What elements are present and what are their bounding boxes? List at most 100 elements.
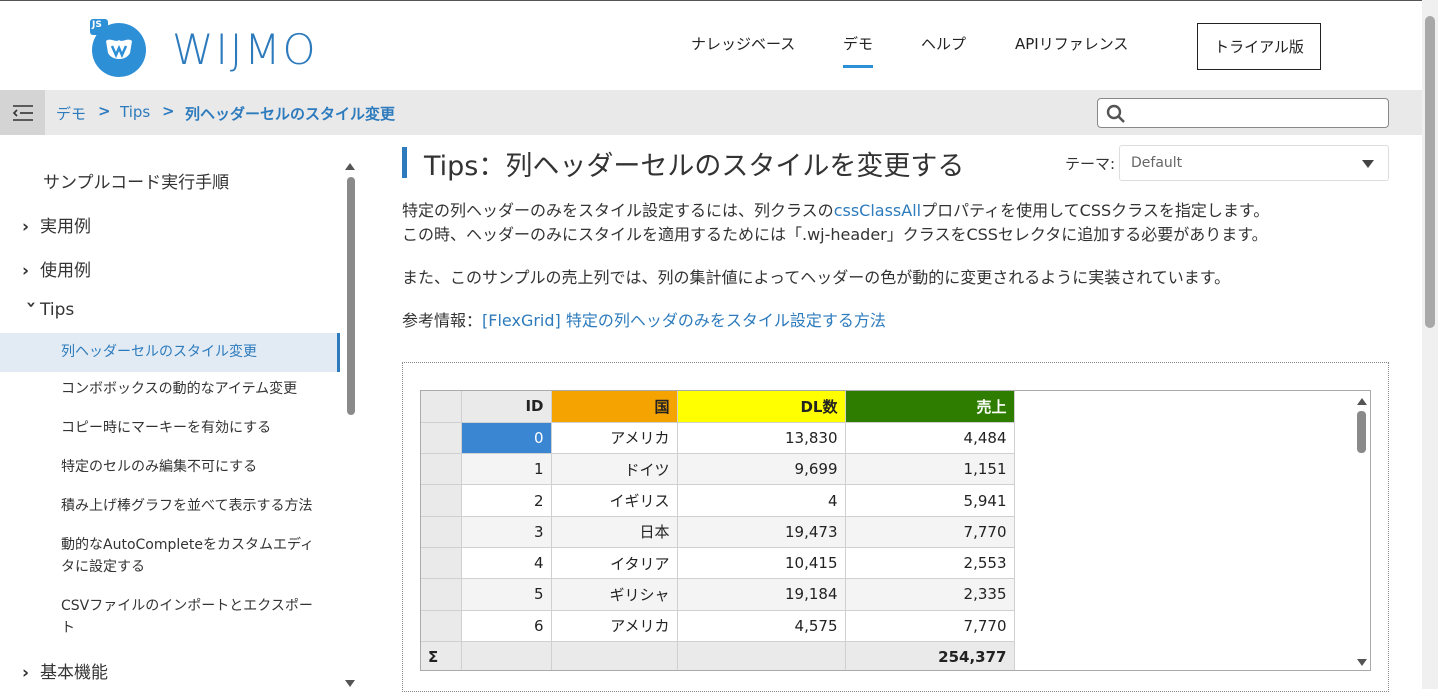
theme-select[interactable]: Default	[1119, 145, 1389, 181]
sidebar-section-label: 使用例	[40, 261, 91, 281]
grid-cell[interactable]: 2,553	[845, 547, 1015, 580]
nav-api-reference[interactable]: APIリファレンス	[1015, 33, 1128, 54]
grid-cell[interactable]: 6	[461, 610, 552, 642]
sidebar-item-label: 動的なAutoCompleteをカスタムエディ	[61, 537, 314, 553]
scroll-up-icon[interactable]	[345, 163, 355, 170]
sidebar-item-csv[interactable]: CSVファイルのインポートとエクスポー ト	[0, 595, 340, 639]
row-header[interactable]	[421, 578, 462, 611]
sidebar-item-column-header-style[interactable]: 列ヘッダーセルのスタイル変更	[0, 333, 340, 372]
grid-cell[interactable]: 7,770	[845, 610, 1015, 642]
reference-link[interactable]: [FlexGrid] 特定の列ヘッダのみをスタイル設定する方法	[482, 311, 886, 330]
text: 特定の列ヘッダーのみをスタイル設定するには、列クラスの	[402, 201, 834, 220]
footer-cell	[551, 641, 678, 670]
logo-badge: JS	[92, 20, 102, 30]
grid-cell[interactable]: 日本	[551, 516, 678, 548]
scroll-up-icon[interactable]	[1357, 398, 1367, 405]
grid-cell[interactable]: ドイツ	[551, 453, 678, 486]
search-icon	[1106, 104, 1125, 123]
grid-cell[interactable]: 5,941	[845, 484, 1015, 517]
sidebar-item-label: タに設定する	[61, 559, 145, 575]
sidebar-item-copy-marquee[interactable]: コピー時にマーキーを有効にする	[0, 417, 340, 439]
sidebar-section-tips[interactable]: ›Tips	[21, 300, 362, 320]
grid-cell[interactable]: 10,415	[677, 547, 846, 580]
grid-cell[interactable]: 13,830	[677, 422, 846, 455]
grid-cell[interactable]: 4	[677, 484, 846, 517]
table-row: 2 イギリス 4 5,941	[421, 484, 1015, 517]
table-row: 4 イタリア 10,415 2,553	[421, 547, 1015, 580]
grid-cell[interactable]: アメリカ	[551, 422, 678, 455]
grid-cell[interactable]: 19,473	[677, 516, 846, 548]
top-left-cell[interactable]	[421, 391, 462, 423]
table-row: 6 アメリカ 4,575 7,770	[421, 610, 1015, 642]
title-accent	[402, 147, 407, 178]
grid-cell-selected[interactable]: 0	[461, 422, 552, 455]
row-header[interactable]	[421, 516, 462, 548]
row-header[interactable]	[421, 484, 462, 517]
sidebar-scroll-thumb[interactable]	[347, 177, 355, 415]
trial-button[interactable]: トライアル版	[1197, 23, 1321, 70]
row-header[interactable]	[421, 422, 462, 455]
nav-demo[interactable]: デモ	[843, 33, 874, 68]
sidebar-section-label: 実用例	[40, 217, 91, 237]
column-header-downloads[interactable]: DL数	[677, 391, 846, 423]
flexgrid[interactable]: ID 国 DL数 売上 0 アメリカ 13,830 4,484 1 ドイツ 9,…	[420, 390, 1371, 671]
sidebar: サンプルコード実行手順 › 実用例 › 使用例 ›Tips 列ヘッダーセルのスタイル…	[0, 135, 360, 689]
description-paragraph-2: また、このサンプルの売上列では、列の集計値によってヘッダーの色が動的に変更される…	[402, 268, 1231, 287]
breadcrumb-separator: >	[98, 102, 111, 120]
grid-scroll-thumb[interactable]	[1357, 411, 1366, 453]
grid-cell[interactable]: イギリス	[551, 484, 678, 517]
grid-cell[interactable]: 4,484	[845, 422, 1015, 455]
search-input[interactable]	[1097, 98, 1389, 128]
column-header-country[interactable]: 国	[551, 391, 678, 423]
breadcrumb-separator: >	[162, 102, 175, 120]
breadcrumb-tips[interactable]: Tips	[120, 103, 150, 121]
grid-cell[interactable]: ギリシャ	[551, 578, 678, 611]
grid-cell[interactable]: アメリカ	[551, 610, 678, 642]
grid-cell[interactable]: 4	[461, 547, 552, 580]
nav-knowledge-base[interactable]: ナレッジベース	[691, 33, 795, 54]
grid-cell[interactable]: 5	[461, 578, 552, 611]
brand-name[interactable]: WIJMO	[172, 25, 318, 74]
grid-cell[interactable]: 7,770	[845, 516, 1015, 548]
footer-sales-total: 254,377	[845, 641, 1015, 670]
sidebar-item-stacked-bar[interactable]: 積み上げ棒グラフを並べて表示する方法	[0, 495, 340, 517]
row-header[interactable]	[421, 547, 462, 580]
page-scroll-thumb[interactable]	[1425, 16, 1435, 328]
table-row: 0 アメリカ 13,830 4,484	[421, 422, 1015, 455]
sidebar-item-getting-started[interactable]: サンプルコード実行手順	[43, 168, 383, 193]
grid-footer-row: Σ 254,377	[421, 641, 1015, 670]
grid-cell[interactable]: 1,151	[845, 453, 1015, 486]
grid-cell[interactable]: 2	[461, 484, 552, 517]
scroll-down-icon[interactable]	[345, 680, 355, 687]
grid-cell[interactable]: イタリア	[551, 547, 678, 580]
row-header[interactable]	[421, 453, 462, 486]
column-header-id[interactable]: ID	[461, 391, 552, 423]
row-header[interactable]	[421, 610, 462, 642]
sidebar-item-combobox[interactable]: コンボボックスの動的なアイテム変更	[0, 378, 340, 400]
grid-cell[interactable]: 2,335	[845, 578, 1015, 611]
caret-down-icon	[1362, 160, 1374, 168]
grid-cell[interactable]: 1	[461, 453, 552, 486]
sidebar-section-practical[interactable]: › 実用例	[22, 212, 362, 237]
cssclassall-link[interactable]: cssClassAll	[834, 201, 921, 220]
sidebar-toggle-button[interactable]	[0, 90, 45, 135]
grid-cell[interactable]: 19,184	[677, 578, 846, 611]
grid-table: ID 国 DL数 売上 0 アメリカ 13,830 4,484 1 ドイツ 9,…	[421, 391, 1015, 670]
sidebar-item-autocomplete[interactable]: 動的なAutoCompleteをカスタムエディ タに設定する	[0, 534, 340, 578]
reference-label: 参考情報：	[402, 311, 483, 330]
grid-cell[interactable]: 9,699	[677, 453, 846, 486]
breadcrumb-bar: デモ > Tips > 列ヘッダーセルのスタイル変更	[0, 90, 1422, 135]
footer-cell	[461, 641, 552, 670]
breadcrumb-current[interactable]: 列ヘッダーセルのスタイル変更	[185, 103, 395, 124]
grid-cell[interactable]: 4,575	[677, 610, 846, 642]
sidebar-section-basic[interactable]: › 基本機能	[22, 658, 362, 683]
page-title: Tips：列ヘッダーセルのスタイルを変更する	[424, 151, 965, 182]
sidebar-section-usage[interactable]: › 使用例	[22, 256, 362, 281]
column-header-sales[interactable]: 売上	[845, 391, 1015, 423]
nav-help[interactable]: ヘルプ	[921, 33, 966, 54]
description-line-2: この時、ヘッダーのみにスタイルを適用するためには「.wj-header」クラスを…	[402, 225, 1268, 244]
scroll-down-icon[interactable]	[1357, 659, 1367, 666]
grid-cell[interactable]: 3	[461, 516, 552, 548]
sidebar-item-readonly-cell[interactable]: 特定のセルのみ編集不可にする	[0, 456, 340, 478]
breadcrumb-demo[interactable]: デモ	[56, 103, 86, 124]
